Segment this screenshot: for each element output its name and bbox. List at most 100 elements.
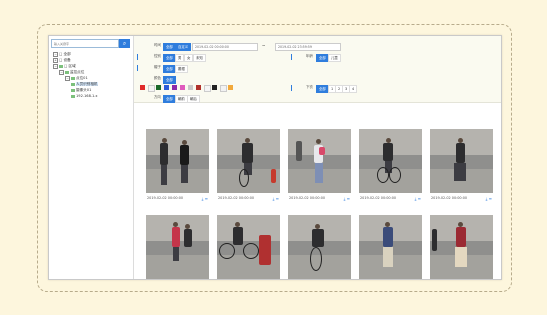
filter-row-gender: 性别 全部 男 女 未知 年龄 全部 儿童 — [134, 52, 501, 62]
result-thumbnail[interactable] — [359, 215, 422, 279]
filter-chip[interactable]: 儿童 — [328, 53, 341, 62]
result-card[interactable]: ⤓ ≡ — [359, 215, 422, 279]
tree-node-label: 192.168.1.x — [76, 94, 98, 98]
tree-node-label: 人员识别相机 — [76, 82, 98, 86]
download-icon[interactable]: ⤓ — [202, 196, 204, 201]
capture-time: 2019-02-02 00:00:00 — [360, 196, 397, 200]
color-swatch[interactable] — [196, 84, 201, 90]
result-thumbnail[interactable] — [359, 129, 422, 193]
color-swatch[interactable] — [228, 84, 233, 90]
tree-node-label: 摄像头01 — [76, 88, 92, 92]
filter-chip[interactable]: 4 — [349, 84, 358, 93]
camera-icon — [71, 82, 75, 86]
download-icon[interactable]: ⤓ — [415, 196, 417, 201]
filter-label: 时间 — [153, 43, 161, 47]
color-swatch[interactable] — [156, 84, 161, 90]
card-actions[interactable]: ⤓ ≡ — [273, 195, 279, 202]
result-thumbnail[interactable] — [217, 215, 280, 279]
result-thumbnail[interactable] — [146, 215, 209, 279]
tree-node-label: □ 设备 — [59, 58, 71, 62]
filter-label: 颜色 — [153, 76, 161, 80]
camera-icon — [71, 94, 75, 98]
search-input[interactable] — [51, 39, 119, 48]
filter-chip[interactable]: 自定义 — [175, 42, 192, 51]
tree-node[interactable]: 192.168.1.x — [53, 93, 133, 99]
filter-chip[interactable]: 女 — [184, 53, 194, 62]
start-time-input[interactable]: 2019-02-02 00:00:00 — [192, 42, 258, 51]
filter-row-hat: 帽子 全部 戴帽 — [134, 63, 501, 73]
color-swatch[interactable] — [140, 84, 145, 90]
filter-chip[interactable]: 朝后 — [187, 94, 200, 103]
more-icon[interactable]: ≡ — [418, 196, 421, 201]
row-marker — [137, 64, 138, 71]
expand-icon[interactable]: − — [65, 75, 70, 81]
download-icon[interactable]: ⤓ — [344, 196, 346, 201]
color-swatch[interactable] — [164, 84, 169, 90]
color-swatch[interactable] — [204, 84, 211, 92]
color-swatch[interactable] — [188, 84, 193, 90]
card-actions[interactable]: ⤓ ≡ — [486, 195, 492, 202]
results-grid: 2019-02-02 00:00:00 ⤓ ≡ 2019-02-02 00:00:… — [134, 103, 501, 279]
row-marker — [137, 53, 138, 60]
expand-icon[interactable]: − — [59, 69, 64, 75]
filter-panel: 时间 全部 自定义 2019-02-02 00:00:00 ~ 2019-02-… — [134, 36, 501, 103]
filter-label: 帽子 — [153, 65, 161, 69]
download-icon[interactable]: ⤓ — [486, 196, 488, 201]
search-icon: ⌕ — [122, 40, 127, 47]
result-caption: 2019-02-02 00:00:00 ⤓ ≡ — [146, 195, 209, 202]
color-swatch[interactable] — [148, 84, 155, 92]
filter-chip[interactable]: 全部 — [163, 94, 176, 103]
expand-icon[interactable]: − — [53, 51, 58, 57]
capture-time: 2019-02-02 00:00:00 — [289, 196, 326, 200]
result-card[interactable]: ⤓ ≡ — [217, 215, 280, 279]
result-thumbnail[interactable] — [146, 129, 209, 193]
more-icon[interactable]: ≡ — [489, 196, 492, 201]
filter-chip[interactable]: 全部 — [316, 53, 329, 62]
filter-chip[interactable]: 未知 — [193, 53, 206, 62]
result-thumbnail[interactable] — [288, 129, 351, 193]
result-card[interactable]: 2019-02-02 00:00:00 ⤓ ≡ — [288, 129, 351, 201]
color-swatch[interactable] — [172, 84, 177, 90]
download-icon[interactable]: ⤓ — [273, 196, 275, 201]
expand-icon[interactable]: + — [53, 57, 58, 63]
result-thumbnail[interactable] — [430, 215, 493, 279]
result-card[interactable]: 2019-02-02 00:00:00 ⤓ ≡ — [217, 129, 280, 201]
filter-chip[interactable]: 朝前 — [175, 94, 188, 103]
expand-icon[interactable]: − — [53, 63, 58, 69]
filter-chip[interactable]: 全部 — [163, 42, 176, 51]
result-thumbnail[interactable] — [217, 129, 280, 193]
result-caption: 2019-02-02 00:00:00 ⤓ ≡ — [217, 195, 280, 202]
filter-chip[interactable]: 男 — [175, 53, 185, 62]
filter-chip[interactable]: 戴帽 — [175, 64, 188, 73]
capture-time: 2019-02-02 00:00:00 — [431, 196, 468, 200]
more-icon[interactable]: ≡ — [347, 196, 350, 201]
end-time-input[interactable]: 2019-02-02 23:59:59 — [275, 42, 341, 51]
capture-time: 2019-02-02 00:00:00 — [147, 196, 184, 200]
search-button[interactable]: ⌕ — [119, 39, 130, 48]
result-card[interactable]: ⤓ ≡ — [146, 215, 209, 279]
result-thumbnail[interactable] — [288, 215, 351, 279]
result-card[interactable]: ⤓ ≡ — [430, 215, 493, 279]
filter-chip[interactable]: 全部 — [316, 84, 329, 93]
tree-node-label: □ 区域 — [64, 64, 76, 68]
device-tree: − □ 全部 + □ 设备 − □ 区域 − 监控点位 − 点位01 人员识别相机 摄像头… — [53, 51, 133, 99]
more-icon[interactable]: ≡ — [205, 196, 208, 201]
card-actions[interactable]: ⤓ ≡ — [202, 195, 208, 202]
color-swatch[interactable] — [212, 84, 217, 90]
color-swatch[interactable] — [220, 84, 227, 92]
result-thumbnail[interactable] — [430, 129, 493, 193]
filter-chip[interactable]: 全部 — [163, 53, 176, 62]
filter-row-upper-color: 下衣 全部 1 2 3 4 — [134, 83, 501, 93]
card-actions[interactable]: ⤓ ≡ — [415, 195, 421, 202]
result-card[interactable]: 2019-02-02 00:00:00 ⤓ ≡ — [359, 129, 422, 201]
color-swatch[interactable] — [180, 84, 185, 90]
result-card[interactable]: ⤓ ≡ — [288, 215, 351, 279]
card-actions[interactable]: ⤓ ≡ — [344, 195, 350, 202]
folder-icon — [71, 76, 75, 80]
result-card[interactable]: 2019-02-02 00:00:00 ⤓ ≡ — [430, 129, 493, 201]
result-card[interactable]: 2019-02-02 00:00:00 ⤓ ≡ — [146, 129, 209, 201]
filter-row-direction: 方向 全部 朝前 朝后 — [134, 93, 501, 103]
filter-label: 下衣 — [305, 85, 313, 89]
more-icon[interactable]: ≡ — [276, 196, 279, 201]
filter-chip[interactable]: 全部 — [163, 64, 176, 73]
